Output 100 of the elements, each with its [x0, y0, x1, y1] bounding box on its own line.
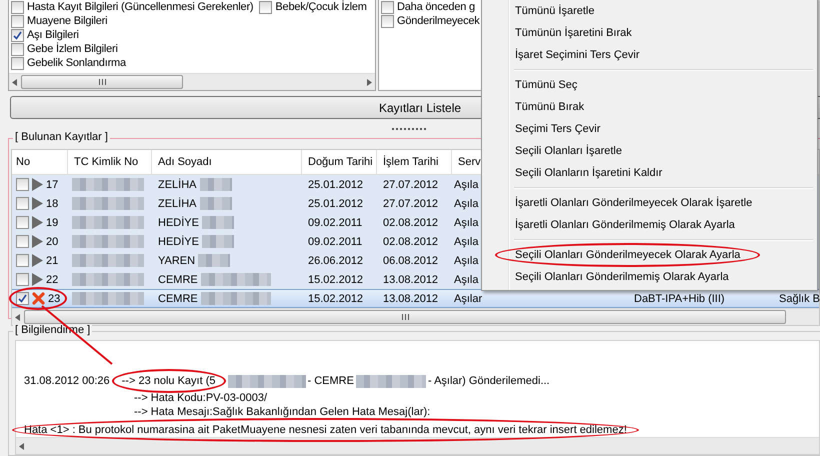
table-cell: HEDİYE — [158, 216, 199, 228]
table-cell: CEMRE — [158, 274, 198, 286]
cross-icon — [32, 292, 45, 305]
table-cell: Sağlık B — [779, 292, 820, 304]
table-cell: 19 — [46, 216, 58, 228]
checkbox[interactable] — [16, 197, 29, 210]
menu-item[interactable]: İşaretli Olanları Gönderilmeyecek Olarak İşaretle — [484, 192, 815, 214]
checkbox[interactable] — [16, 235, 29, 248]
table-cell: 25.01.2012 — [308, 198, 364, 210]
checkbox[interactable] — [11, 56, 24, 70]
log-text: --> Hata Mesajı:Sağlık Bakanlığından Gelen Hata Mesaj(lar): — [134, 405, 430, 419]
redacted-block — [200, 197, 232, 210]
redacted-block — [202, 235, 234, 248]
play-arrow-icon — [32, 178, 43, 191]
menu-item[interactable]: İşaret Seçimini Ters Çevir — [484, 44, 815, 66]
checkbox[interactable] — [11, 42, 24, 56]
table-cell: 27.07.2012 — [383, 198, 438, 210]
table-cell: 09.02.2011 — [308, 216, 362, 228]
table-cell: 13.08.2012 — [383, 292, 438, 304]
checkbox[interactable] — [381, 0, 394, 14]
table-cell: CEMRE — [158, 292, 198, 304]
checkbox[interactable] — [16, 216, 29, 229]
checkbox[interactable] — [11, 14, 24, 28]
menu-item[interactable]: Tümünü Seç — [484, 74, 815, 96]
menu-item[interactable]: Tümünü Bırak — [484, 96, 815, 118]
checkbox[interactable] — [16, 292, 29, 305]
table-cell: 26.06.2012 — [308, 254, 364, 266]
checkbox[interactable] — [16, 178, 29, 191]
table-cell: Aşılar — [454, 292, 482, 304]
table-cell: 23 — [48, 292, 60, 304]
log-text: - CEMRE — [308, 374, 354, 388]
scroll-left-icon[interactable] — [19, 442, 24, 450]
checkbox[interactable] — [381, 14, 394, 28]
table-cell: YAREN — [158, 254, 196, 266]
table-cell: ZELİHA — [158, 198, 197, 210]
checkbox[interactable] — [11, 0, 24, 14]
scroll-left-icon[interactable] — [15, 314, 20, 320]
column-header[interactable]: Doğum Tarihi — [302, 150, 377, 174]
table-cell: 06.08.2012 — [383, 254, 438, 266]
redacted-block — [198, 254, 230, 267]
table-cell: ZELİHA — [158, 178, 197, 190]
checkbox[interactable] — [11, 28, 24, 42]
checkbox[interactable] — [16, 273, 29, 286]
checkbox-label: Gebelik Sonlandırma — [27, 56, 126, 70]
horizontal-scrollbar[interactable] — [12, 308, 819, 325]
grip-icon — [402, 314, 408, 320]
redacted-block — [202, 216, 234, 229]
table-cell: 20 — [46, 236, 58, 248]
table-cell: 22 — [46, 274, 58, 286]
menu-item[interactable]: Seçimi Ters Çevir — [484, 118, 815, 140]
checkbox-label: Gönderilmeyecek — [397, 14, 480, 28]
menu-item[interactable]: Seçili Olanları İşaretle — [484, 140, 815, 162]
menu-item[interactable]: Tümünü İşaretle — [484, 0, 815, 22]
checkbox[interactable] — [16, 254, 29, 267]
horizontal-scrollbar[interactable] — [16, 437, 819, 454]
redacted-block — [200, 273, 271, 286]
redacted-block — [72, 178, 144, 191]
table-cell: 17 — [46, 178, 58, 190]
column-header[interactable]: No — [12, 150, 68, 174]
table-cell: 18 — [46, 198, 58, 210]
splitter-grip-icon[interactable] — [392, 128, 428, 130]
play-arrow-icon — [32, 273, 43, 286]
redacted-block — [72, 292, 144, 305]
table-cell: 15.02.2012 — [308, 274, 364, 286]
redacted-block — [200, 178, 232, 191]
table-cell: Aşıla — [454, 236, 478, 248]
log-text: --> 23 nolu Kayıt (5 — [122, 374, 216, 388]
column-header[interactable]: İşlem Tarihi — [377, 150, 452, 174]
checkbox-label: Hasta Kayıt Bilgileri (Güncellenmesi Gerekenler) — [27, 0, 254, 14]
redacted-block — [72, 216, 144, 229]
table-cell: 27.07.2012 — [383, 178, 438, 190]
log-text: 31.08.2012 00:26 — [24, 374, 110, 388]
checkbox-label: Bebek/Çocuk İzlem — [275, 0, 367, 14]
horizontal-scrollbar[interactable] — [9, 73, 375, 90]
table-cell: Aşıla — [454, 198, 478, 210]
log-text: --> Hata Kodu:PV-03-0003/ — [134, 391, 267, 405]
table-cell: 09.02.2011 — [308, 236, 362, 248]
redacted-block — [72, 254, 144, 267]
play-arrow-icon — [32, 216, 43, 229]
column-header[interactable]: TC Kimlik No — [68, 150, 152, 174]
column-header[interactable]: Adı Soyadı — [152, 150, 302, 174]
table-cell: 15.02.2012 — [308, 292, 364, 304]
scroll-right-icon[interactable] — [367, 78, 372, 86]
table-cell: Aşıla — [454, 254, 478, 266]
table-cell: Aşıla — [454, 216, 478, 228]
scroll-left-icon[interactable] — [12, 78, 17, 86]
checkbox-label: Aşı Bilgileri — [27, 28, 79, 42]
redacted-block — [356, 374, 426, 388]
table-cell: Aşıla — [454, 274, 478, 286]
checkbox-label: Gebe İzlem Bilgileri — [27, 42, 118, 56]
error-message: Hata <1> : Bu protokol numarasina ait PaketMuayene nesnesi zaten veri tabanında mevcut, aynı veri tekrar insert edilemez! — [24, 423, 627, 437]
checkbox-label: Daha önceden g — [397, 0, 475, 14]
table-row[interactable]: 23 CEMRE 15.02.2012 13.08.2012 Aşılar DaBT-IPA+Hib (III) Sağlık B — [12, 289, 819, 308]
checkbox-label: Muayene Bilgileri — [27, 14, 108, 28]
table-cell: DaBT-IPA+Hib (III) — [634, 292, 725, 304]
table-cell: 25.01.2012 — [308, 178, 364, 190]
table-cell: 02.08.2012 — [383, 216, 438, 228]
checkbox[interactable] — [259, 0, 272, 14]
menu-item[interactable]: Tümünün İşaretini Bırak — [484, 22, 815, 44]
table-cell: 13.08.2012 — [383, 274, 438, 286]
